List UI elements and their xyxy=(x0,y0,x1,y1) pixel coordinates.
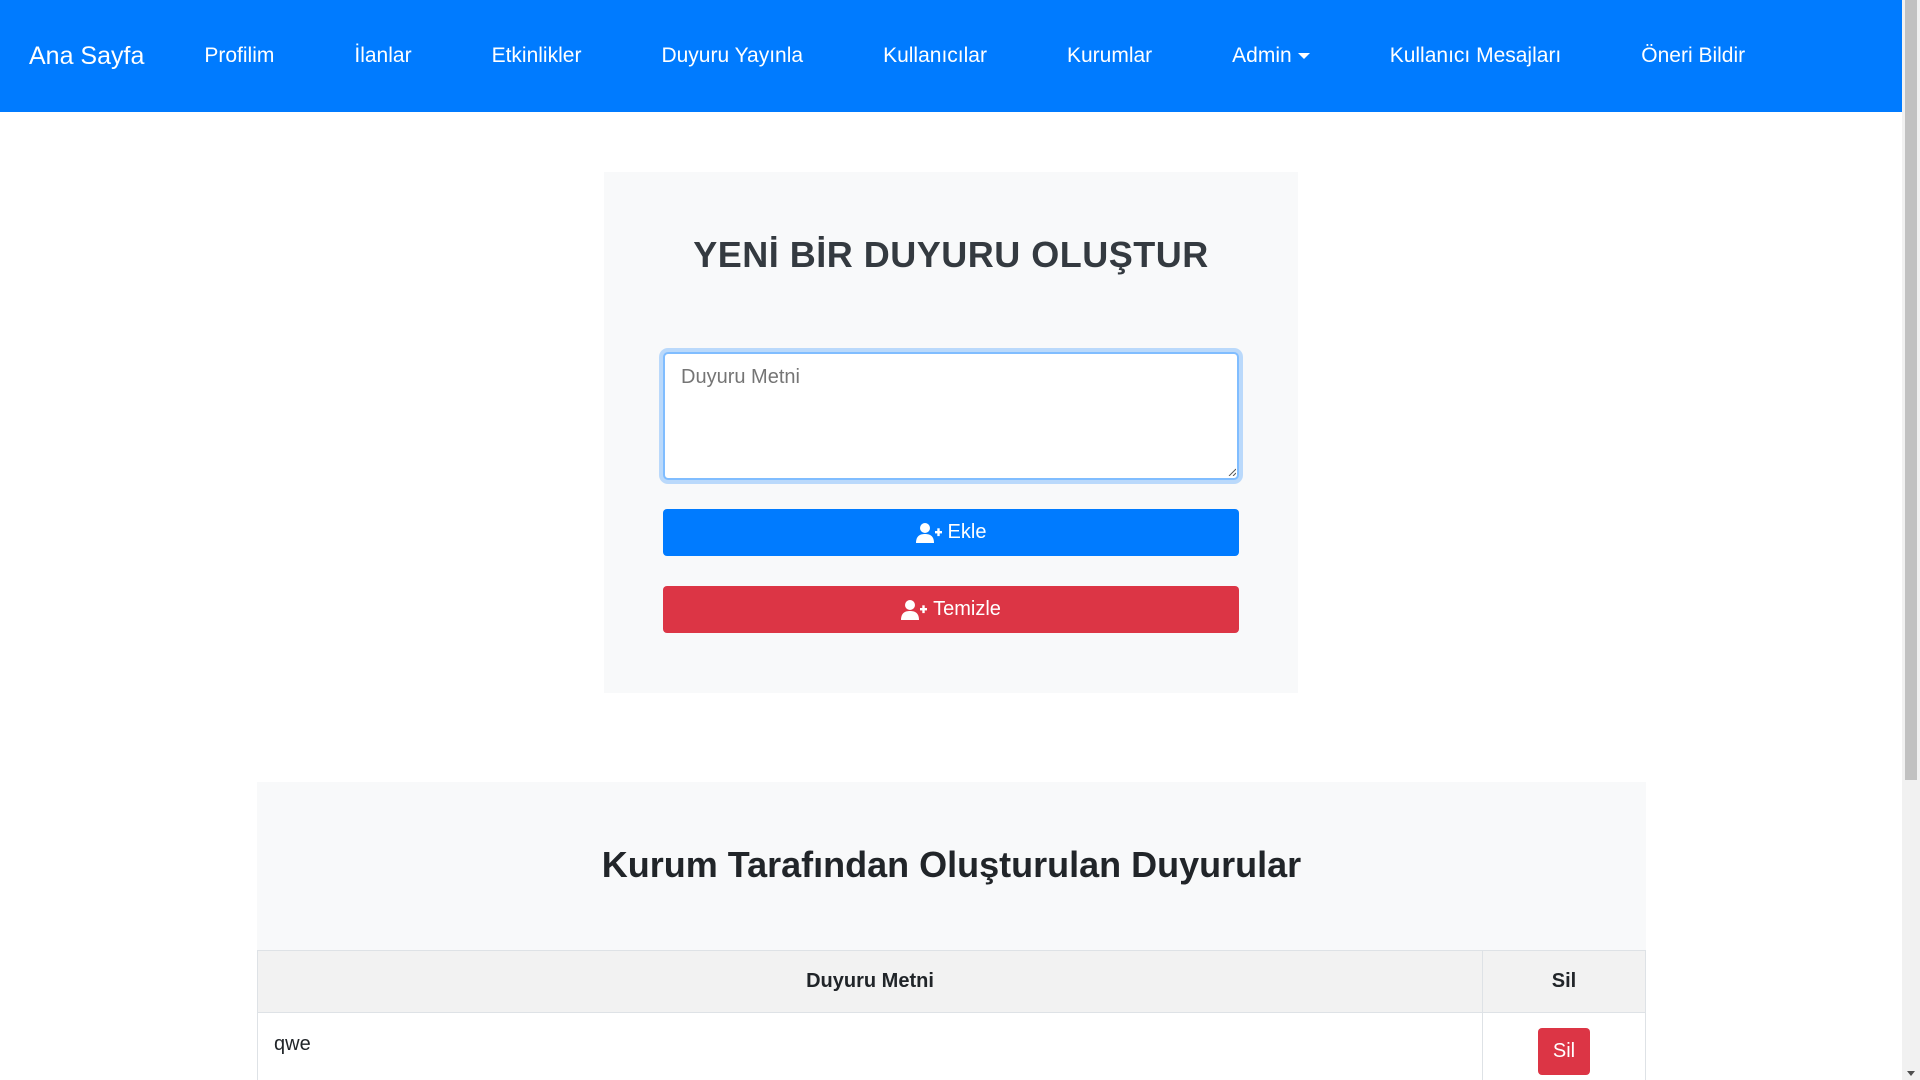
page-scrollbar[interactable] xyxy=(1902,0,1920,1080)
scroll-down-arrow-icon[interactable] xyxy=(1907,1071,1915,1076)
table-header-row: Duyuru Metni Sil xyxy=(257,950,1646,1013)
announcements-list-header: Kurum Tarafından Oluşturulan Duyurular xyxy=(257,782,1646,952)
nav-item-profilim[interactable]: Profilim xyxy=(204,44,274,68)
user-plus-icon xyxy=(915,522,942,543)
announcement-text-input[interactable] xyxy=(663,352,1239,480)
top-navbar: Ana Sayfa Profilim İlanlar Etkinlikler D… xyxy=(0,0,1902,112)
nav-item-admin-dropdown[interactable]: Admin xyxy=(1232,44,1310,68)
scroll-thumb[interactable] xyxy=(1905,0,1917,780)
add-button-label: Ekle xyxy=(947,521,987,543)
user-plus-icon xyxy=(901,599,928,620)
caret-down-icon xyxy=(1297,53,1310,59)
nav-item-oneri-bildir[interactable]: Öneri Bildir xyxy=(1641,44,1745,68)
nav-item-kullanici-mesajlari[interactable]: Kullanıcı Mesajları xyxy=(1390,44,1562,68)
announcement-text-cell: qwe xyxy=(257,1012,1483,1080)
clear-button-label: Temizle xyxy=(933,598,1001,620)
list-title: Kurum Tarafından Oluşturulan Duyurular xyxy=(601,844,1302,885)
delete-button[interactable]: Sil xyxy=(1538,1028,1590,1075)
column-header-delete: Sil xyxy=(1482,950,1646,1013)
admin-label: Admin xyxy=(1232,44,1292,67)
nav-item-duyuru-yayinla[interactable]: Duyuru Yayınla xyxy=(661,44,803,68)
nav-item-kullanicilar[interactable]: Kullanıcılar xyxy=(883,44,987,68)
form-title: YENİ BİR DUYURU OLUŞTUR xyxy=(693,234,1209,275)
column-header-text: Duyuru Metni xyxy=(257,950,1483,1013)
add-button[interactable]: Ekle xyxy=(663,509,1239,556)
delete-cell: Sil xyxy=(1482,1012,1646,1080)
announcements-table: Duyuru Metni Sil qwe Sil xyxy=(257,950,1646,1080)
nav-item-ilanlar[interactable]: İlanlar xyxy=(354,44,411,68)
nav-brand[interactable]: Ana Sayfa xyxy=(29,42,144,71)
table-row: qwe Sil xyxy=(257,1012,1646,1080)
nav-item-etkinlikler[interactable]: Etkinlikler xyxy=(492,44,582,68)
nav-item-kurumlar[interactable]: Kurumlar xyxy=(1067,44,1152,68)
announcement-form-card: YENİ BİR DUYURU OLUŞTUR Ekle Temizle xyxy=(604,172,1298,693)
clear-button[interactable]: Temizle xyxy=(663,586,1239,633)
